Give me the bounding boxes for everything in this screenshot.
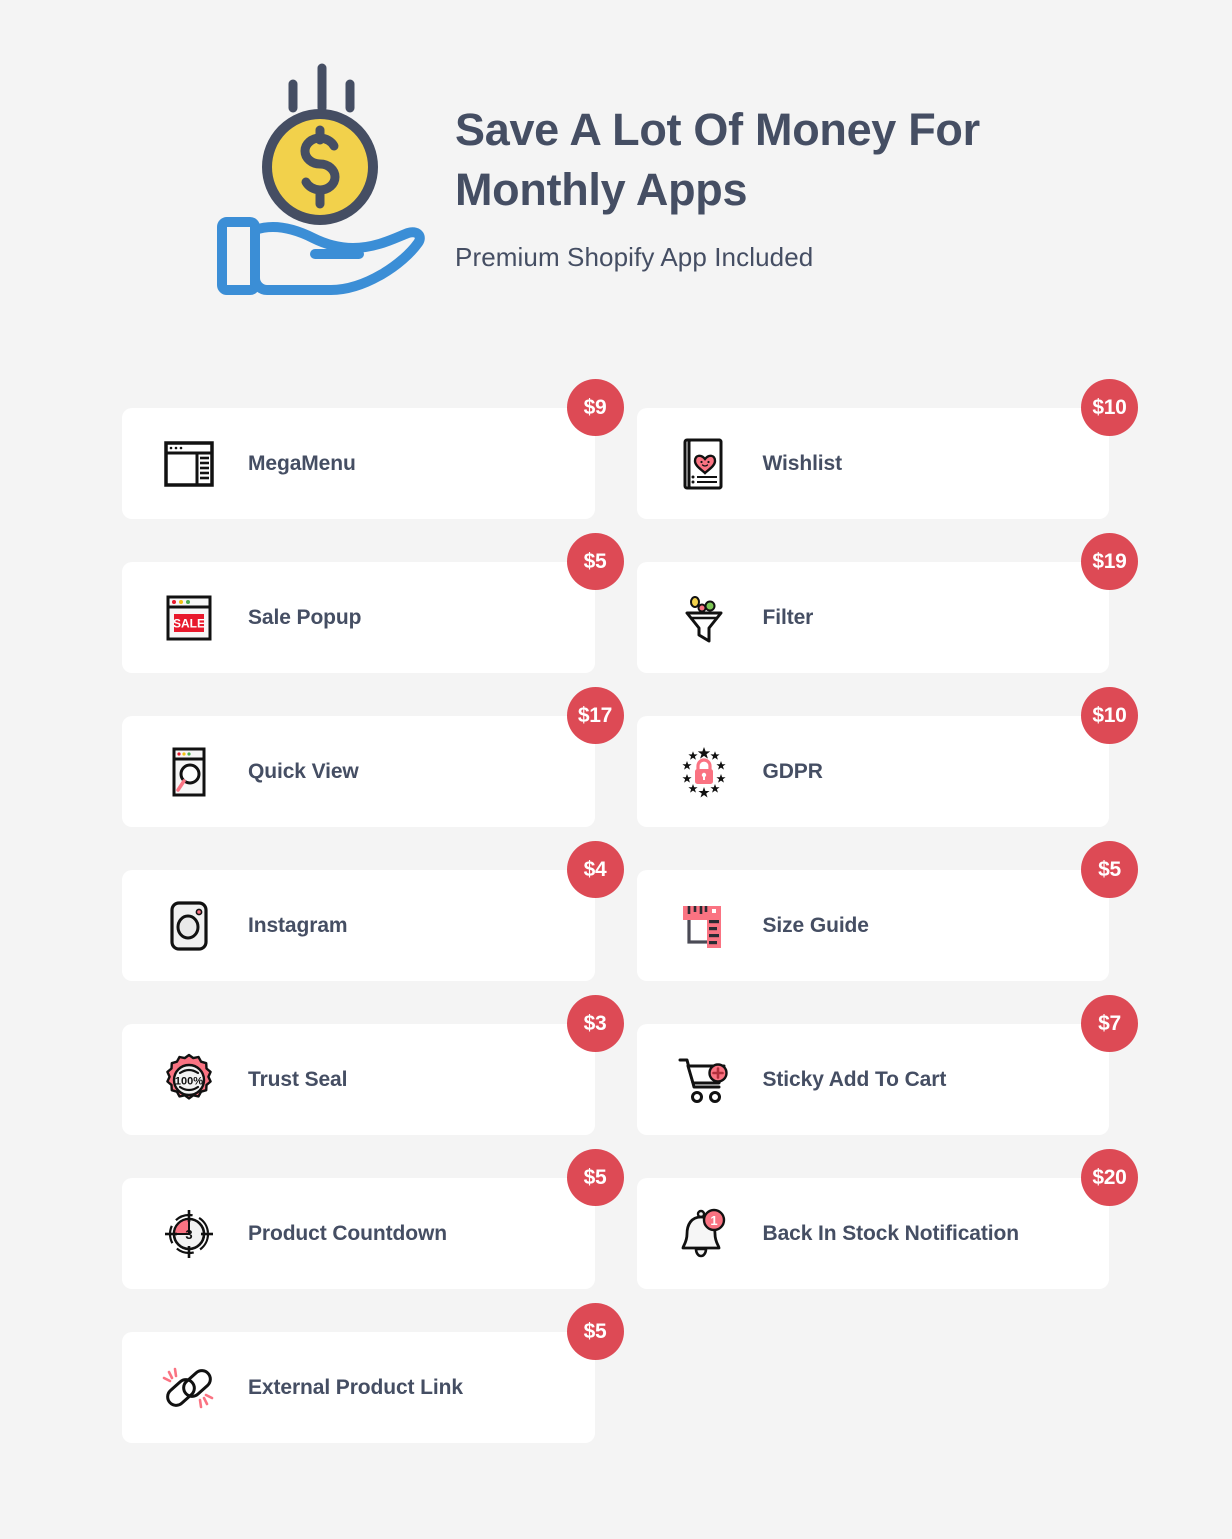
- quick-view-icon: [160, 743, 218, 801]
- price-badge: $20: [1081, 1149, 1138, 1206]
- svg-text:100%: 100%: [175, 1075, 203, 1087]
- page-header: Save A Lot Of Money For Monthly Apps Pre…: [205, 58, 1105, 308]
- wishlist-icon: [675, 435, 733, 493]
- page-title: Save A Lot Of Money For Monthly Apps: [455, 104, 980, 215]
- trust-seal-icon: 100%: [160, 1051, 218, 1109]
- app-label: MegaMenu: [248, 451, 356, 475]
- price-badge: $3: [566, 995, 624, 1052]
- app-card-filter[interactable]: Filter $19: [636, 533, 1138, 673]
- app-list-grid: MegaMenu $9 Wishlist $10 SALE Sale Popup…: [122, 379, 1138, 1486]
- app-row: 3 Product Countdown $5 1 Back In Stock N…: [122, 1149, 1138, 1289]
- instagram-icon: [160, 897, 218, 955]
- price-badge: $4: [566, 841, 624, 898]
- price-badge: $10: [1081, 687, 1138, 744]
- app-card-external-product-link[interactable]: External Product Link $5: [122, 1303, 624, 1443]
- megamenu-icon: [160, 435, 218, 493]
- app-row: External Product Link $5: [122, 1303, 1110, 1443]
- app-label: GDPR: [762, 759, 823, 783]
- price-badge: $5: [566, 1149, 624, 1206]
- app-label: Sale Popup: [248, 605, 362, 629]
- app-card-product-countdown[interactable]: 3 Product Countdown $5: [122, 1149, 624, 1289]
- app-row: MegaMenu $9 Wishlist $10: [122, 379, 1138, 519]
- countdown-timer-icon: 3: [160, 1205, 218, 1263]
- app-card-quick-view[interactable]: Quick View $17: [122, 687, 624, 827]
- app-label: Wishlist: [762, 451, 843, 475]
- price-badge: $5: [566, 1303, 624, 1360]
- app-card-wishlist[interactable]: Wishlist $10: [636, 379, 1138, 519]
- price-badge: $9: [566, 379, 624, 436]
- app-label: Quick View: [248, 759, 359, 783]
- price-badge: $17: [566, 687, 624, 744]
- app-label: Sticky Add To Cart: [762, 1067, 947, 1091]
- svg-text:SALE: SALE: [173, 616, 205, 630]
- hand-holding-coin-icon: [205, 58, 425, 308]
- svg-text:1: 1: [710, 1213, 717, 1228]
- empty-slot: [637, 1332, 1110, 1443]
- shopping-cart-plus-icon: [675, 1051, 733, 1109]
- app-row: Quick View $17 GDPR $10: [122, 687, 1138, 827]
- bell-notification-icon: 1: [675, 1205, 733, 1263]
- gdpr-lock-icon: [675, 743, 733, 801]
- filter-funnel-icon: [675, 589, 733, 647]
- app-card-size-guide[interactable]: Size Guide $5: [636, 841, 1138, 981]
- header-text-block: Save A Lot Of Money For Monthly Apps Pre…: [455, 58, 1055, 273]
- app-label: Trust Seal: [248, 1067, 348, 1091]
- broken-chain-link-icon: [160, 1359, 218, 1417]
- app-label: Size Guide: [762, 913, 869, 937]
- app-card-gdpr[interactable]: GDPR $10: [636, 687, 1138, 827]
- app-row: 100% Trust Seal $3 Sticky Add To Cart $7: [122, 995, 1138, 1135]
- sale-popup-icon: SALE: [160, 589, 218, 647]
- app-label: External Product Link: [248, 1375, 463, 1399]
- app-label: Back In Stock Notification: [762, 1221, 1020, 1245]
- price-badge: $10: [1081, 379, 1138, 436]
- page-subtitle: Premium Shopify App Included: [455, 241, 814, 272]
- promo-page: Save A Lot Of Money For Monthly Apps Pre…: [0, 0, 1232, 1539]
- svg-text:3: 3: [185, 1227, 192, 1242]
- size-guide-ruler-icon: [675, 897, 733, 955]
- app-row: Instagram $4 Size Guide $5: [122, 841, 1138, 981]
- price-badge: $5: [566, 533, 624, 590]
- app-card-trust-seal[interactable]: 100% Trust Seal $3: [122, 995, 624, 1135]
- price-badge: $5: [1081, 841, 1138, 898]
- app-card-sale-popup[interactable]: SALE Sale Popup $5: [122, 533, 624, 673]
- app-label: Instagram: [248, 913, 348, 937]
- app-card-sticky-add-to-cart[interactable]: Sticky Add To Cart $7: [636, 995, 1138, 1135]
- app-card-megamenu[interactable]: MegaMenu $9: [122, 379, 624, 519]
- app-label: Product Countdown: [248, 1221, 447, 1245]
- app-card-instagram[interactable]: Instagram $4: [122, 841, 624, 981]
- app-label: Filter: [762, 605, 814, 629]
- price-badge: $19: [1081, 533, 1138, 590]
- app-row: SALE Sale Popup $5 Filter $19: [122, 533, 1138, 673]
- price-badge: $7: [1081, 995, 1138, 1052]
- app-card-back-in-stock-notification[interactable]: 1 Back In Stock Notification $20: [636, 1149, 1138, 1289]
